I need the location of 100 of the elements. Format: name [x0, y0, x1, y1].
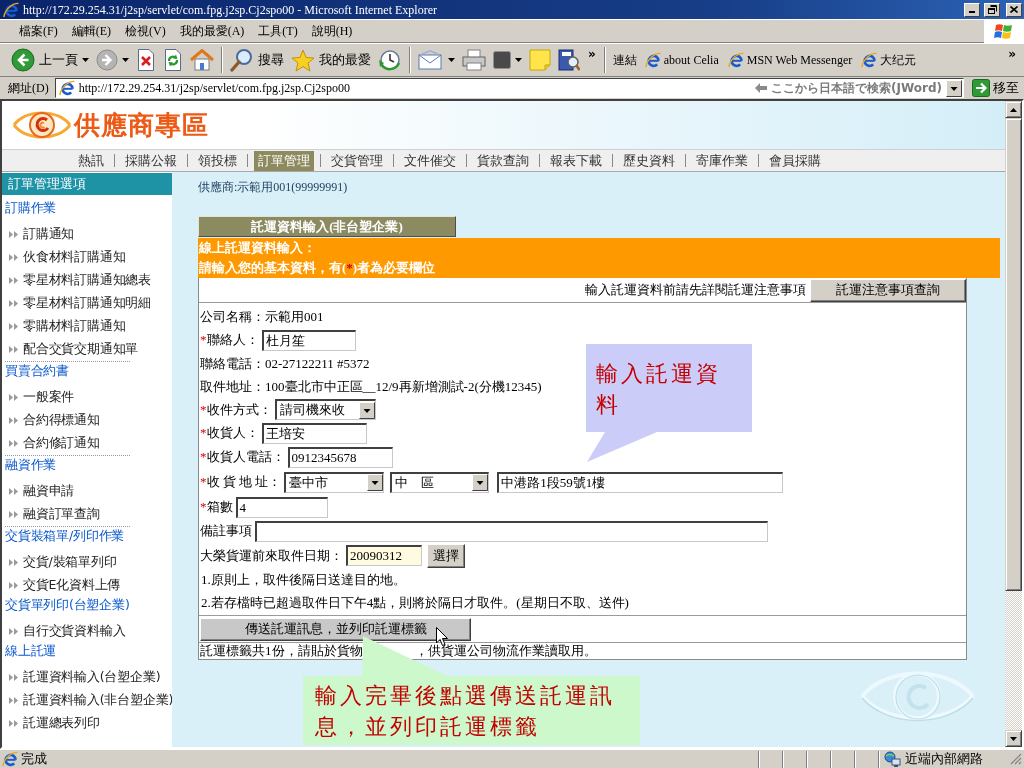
- text-input[interactable]: 4: [235, 496, 328, 518]
- nav-tab[interactable]: 交貨管理: [327, 150, 387, 171]
- sidebar-link[interactable]: 一般案件: [2, 386, 172, 409]
- sidebar-heading[interactable]: 融資作業: [2, 457, 172, 480]
- restore-icon: [987, 5, 997, 14]
- more-button[interactable]: »: [584, 47, 600, 61]
- address-field[interactable]: http://172.29.254.31/j2sp/servlet/com.fpg.j2sp.Cj2spo00 ここから日本語で検索(JWord): [54, 78, 964, 98]
- sidebar-link[interactable]: 託運總表列印: [2, 712, 172, 735]
- nav-tab[interactable]: 歷史資料: [619, 150, 679, 171]
- up-triangle-icon: [1010, 107, 1017, 112]
- favorites-button[interactable]: 我的最愛: [288, 46, 374, 74]
- dropdown-arrow-icon: [946, 79, 962, 97]
- sidebar-heading[interactable]: 交貨裝箱單/列印作業: [2, 528, 172, 551]
- sidebar-link[interactable]: 配合交貨交期通知單: [2, 338, 172, 361]
- address-label: 網址(D): [8, 79, 49, 97]
- note-text: 2.若存檔時已超過取件日下午4點，則將於隔日才取件。(星期日不取、送件): [200, 594, 630, 612]
- submit-button[interactable]: 傳送託運訊息，並列印託運標籤: [200, 617, 471, 641]
- scroll-up-button[interactable]: [1005, 101, 1022, 118]
- browser-icon: [3, 1, 19, 18]
- nav-tab[interactable]: 貨款查詢: [473, 150, 533, 171]
- sidebar-heading[interactable]: 訂購作業: [2, 200, 172, 223]
- double-triangle-icon: [9, 394, 18, 401]
- select-field[interactable]: 中 區: [390, 471, 490, 493]
- choose-button[interactable]: 選擇: [427, 543, 465, 568]
- sidebar-link[interactable]: 合約得標通知: [2, 409, 172, 432]
- menu-item[interactable]: 編輯(E): [64, 22, 118, 40]
- menu-item[interactable]: 我的最愛(A): [172, 22, 252, 40]
- text-input[interactable]: 中港路1段59號1樓: [497, 471, 784, 493]
- more-button[interactable]: »: [1004, 47, 1020, 61]
- sidebar-link[interactable]: 零星材料訂購通知明細: [2, 292, 172, 315]
- forward-button[interactable]: [93, 46, 132, 74]
- nav-tab[interactable]: 訂單管理: [254, 150, 314, 171]
- search-button[interactable]: 搜尋: [227, 46, 287, 74]
- sidebar-link[interactable]: 合約修訂通知: [2, 432, 172, 455]
- link-button[interactable]: 大纪元: [857, 46, 921, 74]
- notice-text: 輸入託運資料前請先詳閱託運注意事項: [585, 281, 806, 299]
- date-input[interactable]: 20090312: [346, 545, 422, 566]
- text-input[interactable]: 杜月笙: [261, 329, 356, 351]
- sidebar-link[interactable]: 交貨/裝箱單列印: [2, 551, 172, 574]
- scroll-down-button[interactable]: [1005, 730, 1022, 747]
- go-button[interactable]: 移至: [970, 79, 1021, 97]
- link-button[interactable]: about Celia: [640, 46, 723, 74]
- caret-icon: [448, 58, 455, 62]
- notice-button[interactable]: 託運注意事項查詢: [810, 278, 966, 302]
- sidebar-link[interactable]: 交貨E化資料上傳: [2, 574, 172, 597]
- link-button[interactable]: MSN Web Messenger: [723, 46, 857, 74]
- field-label: *收 貨 地 址：: [200, 473, 282, 491]
- status-text: 完成: [21, 750, 47, 768]
- sidebar-link[interactable]: 零購材料訂購通知: [2, 315, 172, 338]
- sidebar-link[interactable]: 融資訂單查詢: [2, 503, 172, 526]
- nav-tab[interactable]: 熱訊: [74, 150, 108, 171]
- maximize-button[interactable]: [984, 2, 1000, 17]
- nav-tab[interactable]: 採購公報: [121, 150, 181, 171]
- search-icon: [230, 48, 254, 72]
- double-triangle-icon: [9, 346, 18, 353]
- select-field[interactable]: 臺中市: [284, 471, 385, 493]
- text-input[interactable]: 王培安: [261, 422, 367, 444]
- scrollbar-thumb[interactable]: [1005, 118, 1022, 591]
- sidebar-link[interactable]: 自行交貨資料輸入: [2, 620, 172, 643]
- text-input[interactable]: [255, 520, 768, 542]
- callout-text: 輸入託運資料: [596, 360, 722, 419]
- refresh-icon: [163, 49, 183, 71]
- double-triangle-icon: [9, 582, 18, 589]
- sidebar-link[interactable]: 零星材料訂購通知總表: [2, 269, 172, 292]
- nav-tab[interactable]: 報表下載: [546, 150, 606, 171]
- sidebar-link[interactable]: 伙食材料訂購通知: [2, 246, 172, 269]
- nav-tab[interactable]: 文件催交: [400, 150, 460, 171]
- minimize-button[interactable]: [964, 2, 980, 17]
- mail-icon: [418, 50, 444, 70]
- sidebar-link[interactable]: 託運資料輸入(非台塑企業): [2, 689, 172, 712]
- browser-icon: [861, 52, 878, 68]
- menu-item[interactable]: 說明(H): [304, 22, 360, 40]
- sidebar-link[interactable]: 融資申請: [2, 480, 172, 503]
- caret-icon: [515, 58, 522, 62]
- home-button[interactable]: [187, 46, 217, 74]
- select-field[interactable]: 請司機來收: [274, 399, 376, 420]
- menu-item[interactable]: 檔案(F): [12, 22, 65, 40]
- printer-icon: [462, 49, 486, 71]
- go-arrow-icon: [972, 79, 990, 97]
- dropdown-arrow-icon: [358, 401, 375, 419]
- double-triangle-icon: [9, 559, 18, 566]
- close-button[interactable]: [1006, 2, 1022, 17]
- double-triangle-icon: [9, 323, 18, 330]
- nav-tab[interactable]: 領投標: [194, 150, 241, 171]
- text-input[interactable]: 0912345678: [287, 446, 393, 468]
- menu-item[interactable]: 檢視(V): [118, 22, 173, 40]
- sidebar-link[interactable]: 託運資料輸入(台塑企業): [2, 666, 172, 689]
- sidebar-link[interactable]: 訂購通知: [2, 223, 172, 246]
- back-button[interactable]: 上一頁: [8, 46, 92, 74]
- nav-tab[interactable]: 寄庫作業: [692, 150, 752, 171]
- sidebar-heading[interactable]: 交貨單列印(台塑企業): [2, 597, 172, 620]
- resize-grip-icon: [1010, 753, 1022, 765]
- nav-tab[interactable]: 會員採購: [765, 150, 825, 171]
- sidebar-heading[interactable]: 買賣合約書: [2, 363, 172, 386]
- menu-item[interactable]: 工具(T): [251, 22, 305, 40]
- sidebar-heading[interactable]: 線上託運: [2, 643, 172, 666]
- print-button[interactable]: [459, 46, 489, 74]
- search-hint: ここから日本語で検索(JWord): [771, 79, 942, 97]
- research-button[interactable]: [555, 46, 583, 74]
- double-triangle-icon: [9, 674, 18, 681]
